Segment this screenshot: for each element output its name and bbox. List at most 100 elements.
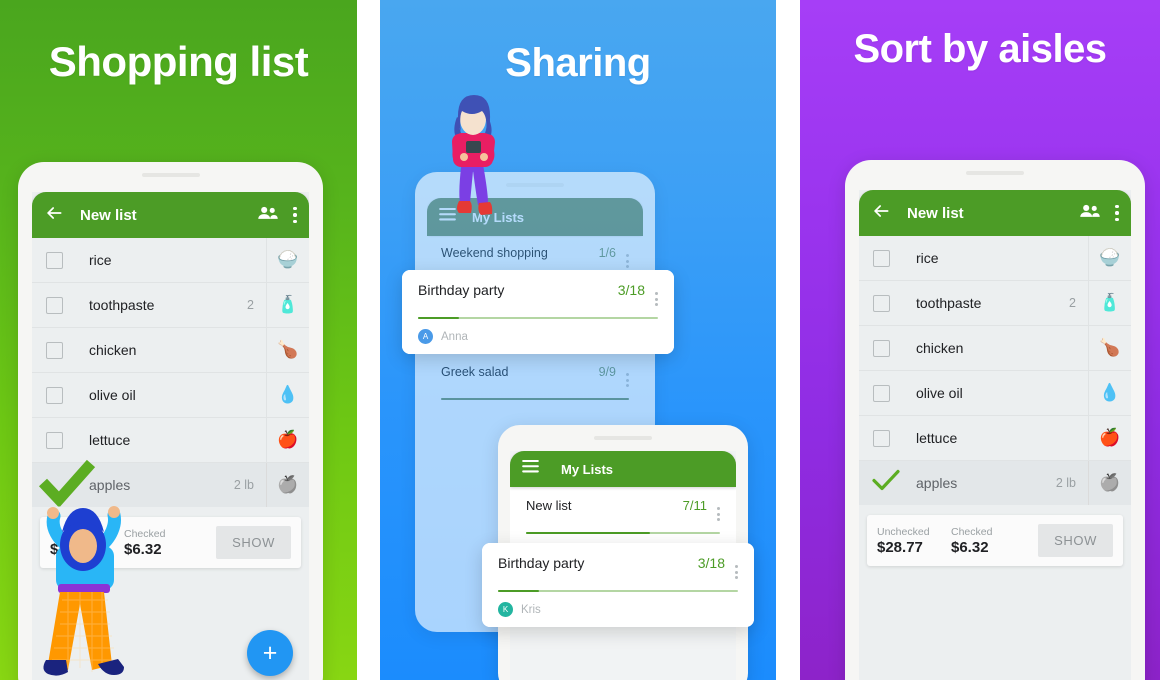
item-thumbnail-icon: 💧 (266, 373, 309, 417)
table-row[interactable]: rice 🍚 (859, 236, 1131, 281)
item-thumbnail-icon: 🍎 (1088, 416, 1131, 460)
table-row[interactable]: toothpaste 2 🧴 (859, 281, 1131, 326)
kebab-menu-icon[interactable] (655, 292, 658, 306)
item-thumbnail-icon: 🍚 (1088, 236, 1131, 280)
progress-bar (418, 317, 658, 319)
checked-total: Checked $6.32 (124, 527, 198, 559)
panel-headline-sharing: Sharing (505, 41, 651, 85)
item-name: lettuce (916, 430, 958, 446)
kebab-menu-icon[interactable] (1115, 204, 1119, 222)
panel-sort-by-aisles: Sort by aisles New list rice 🍚 toothpast… (800, 0, 1160, 680)
item-thumbnail-icon: 🍗 (266, 328, 309, 372)
table-row[interactable]: lettuce 🍎 (32, 418, 309, 463)
kebab-menu-icon[interactable] (293, 206, 297, 224)
item-checkbox[interactable] (873, 429, 890, 447)
unchecked-value: $28.77 (50, 541, 96, 559)
phone-speaker (966, 171, 1024, 175)
list-item[interactable]: Birthday party 3/18 A Anna (402, 270, 674, 354)
kebab-menu-icon[interactable] (626, 254, 629, 268)
item-name: olive oil (916, 385, 963, 401)
plus-icon: + (262, 638, 278, 667)
table-row[interactable]: chicken 🍗 (32, 328, 309, 373)
item-checkbox[interactable] (873, 294, 890, 312)
appbar-title-front: My Lists (561, 461, 614, 477)
unchecked-label: Unchecked (877, 525, 930, 538)
list-item[interactable]: New list 7/11 (510, 487, 736, 543)
item-checkbox[interactable] (46, 251, 63, 269)
list-name: Weekend shopping (441, 246, 548, 260)
people-icon[interactable] (257, 205, 279, 226)
show-button[interactable]: SHOW (216, 526, 291, 559)
list-owner: A Anna (418, 329, 658, 344)
list-item-header: Birthday party 3/18 (418, 282, 658, 306)
list-progress-count: 1/6 (598, 246, 616, 260)
list-item[interactable]: Birthday party 3/18 K Kris (482, 543, 754, 627)
table-row[interactable]: lettuce 🍎 (859, 416, 1131, 461)
avatar: K (498, 602, 513, 617)
people-icon[interactable] (1079, 203, 1101, 224)
item-name: rice (89, 252, 112, 268)
checked-value: $6.32 (951, 539, 989, 557)
table-row[interactable]: apples 2 lb 🍏 (32, 459, 309, 508)
table-row[interactable]: rice 🍚 (32, 238, 309, 283)
item-checkbox[interactable] (46, 341, 63, 359)
screenshot-stage: Shopping list New list rice 🍚 toothpaste… (0, 0, 1160, 680)
show-button[interactable]: SHOW (1038, 524, 1113, 557)
appbar-title-back: My Lists (472, 209, 525, 225)
arrow-left-icon[interactable] (44, 203, 64, 228)
item-name: rice (916, 250, 939, 266)
floating-list-card-kris[interactable]: Birthday party 3/18 K Kris (482, 543, 754, 627)
item-name: chicken (916, 340, 964, 356)
checked-mark-icon (38, 459, 96, 512)
add-item-fab[interactable]: + (247, 630, 293, 676)
checked-mark-icon (871, 469, 901, 498)
panel-divider (357, 0, 380, 680)
item-checkbox[interactable] (873, 339, 890, 357)
item-quantity: 2 (247, 298, 254, 312)
kebab-menu-icon[interactable] (717, 507, 720, 521)
item-thumbnail-icon: 🍚 (266, 238, 309, 282)
list-item-header: Greek salad 9/9 (441, 365, 629, 387)
item-thumbnail-icon: 🧴 (1088, 281, 1131, 325)
table-row[interactable]: olive oil 💧 (859, 371, 1131, 416)
progress-bar (441, 398, 629, 400)
item-checkbox[interactable] (873, 384, 890, 402)
item-quantity: 2 (1069, 296, 1076, 310)
panel-headline-shopping-list: Shopping list (48, 38, 309, 85)
item-name: apples (916, 475, 958, 491)
unchecked-value: $28.77 (877, 539, 923, 557)
hamburger-menu-icon[interactable] (439, 208, 456, 226)
floating-list-card-anna[interactable]: Birthday party 3/18 A Anna (402, 270, 674, 354)
list-name: Birthday party (498, 555, 585, 571)
avatar: A (418, 329, 433, 344)
appbar-front: My Lists (510, 451, 736, 487)
table-row[interactable]: toothpaste 2 🧴 (32, 283, 309, 328)
list-item-header: Birthday party 3/18 (498, 555, 738, 579)
item-checkbox[interactable] (46, 431, 63, 449)
kebab-menu-icon[interactable] (626, 373, 629, 387)
unchecked-label: Unchecked (50, 527, 103, 540)
arrow-left-icon[interactable] (871, 201, 891, 226)
table-row[interactable]: olive oil 💧 (32, 373, 309, 418)
hamburger-menu-icon[interactable] (522, 460, 539, 478)
list-item-header: New list 7/11 (526, 498, 720, 521)
owner-name: Kris (521, 603, 541, 616)
owner-name: Anna (441, 330, 468, 343)
list-name: Greek salad (441, 365, 509, 379)
panel-sharing: Sharing My Lists Weekend shopping 1/6 Gr… (380, 0, 776, 680)
item-checkbox[interactable] (46, 296, 63, 314)
table-row[interactable]: chicken 🍗 (859, 326, 1131, 371)
totals-card: Unchecked $28.77 Checked $6.32 SHOW (867, 515, 1123, 566)
progress-bar (498, 590, 738, 592)
panel-shopping-list: Shopping list New list rice 🍚 toothpaste… (0, 0, 357, 680)
appbar-back: My Lists (427, 198, 643, 236)
kebab-menu-icon[interactable] (735, 565, 738, 579)
list-item-header: Weekend shopping 1/6 (441, 246, 629, 268)
item-name: lettuce (89, 432, 131, 448)
item-quantity: 2 lb (1055, 476, 1076, 490)
table-row[interactable]: apples 2 lb 🍏 (859, 461, 1131, 505)
item-checkbox[interactable] (46, 386, 63, 404)
list-item[interactable]: Greek salad 9/9 (427, 355, 643, 408)
phone-speaker (594, 436, 652, 440)
item-checkbox[interactable] (873, 249, 890, 267)
